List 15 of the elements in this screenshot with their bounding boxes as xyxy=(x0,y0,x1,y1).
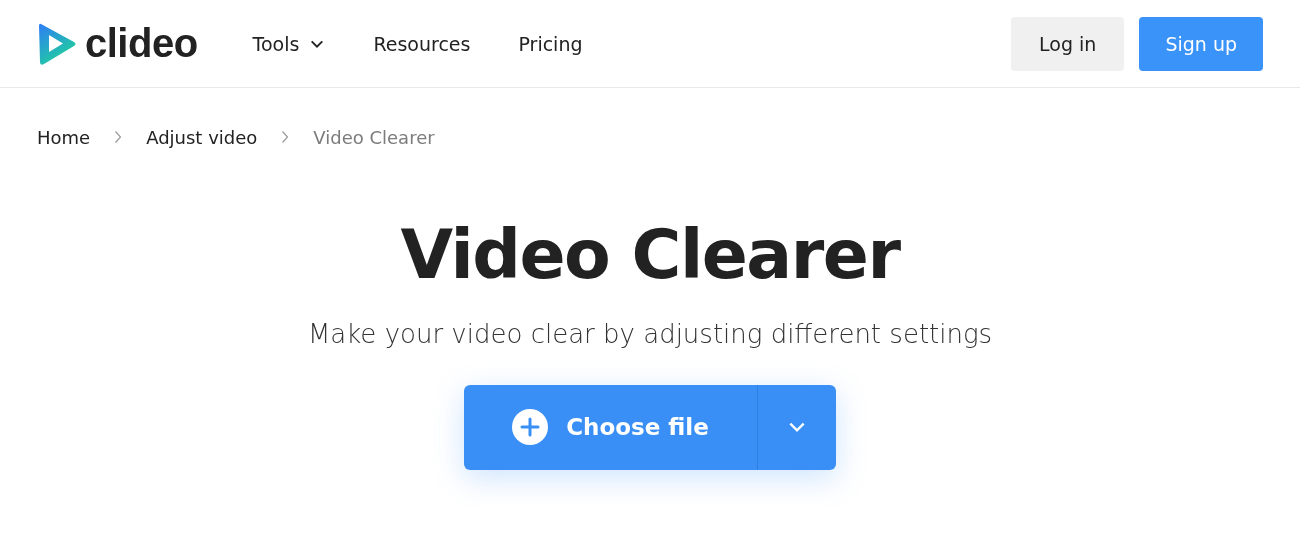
page-title: Video Clearer xyxy=(400,218,900,293)
page-subtitle: Make your video clear by adjusting different settings xyxy=(307,318,993,349)
breadcrumb-link[interactable]: Adjust video xyxy=(146,126,258,148)
log-in-button[interactable]: Log in xyxy=(1011,16,1125,71)
nav-link[interactable]: Tools xyxy=(252,32,326,55)
nav-link[interactable]: Pricing xyxy=(518,32,583,55)
breadcrumb-link[interactable]: Home xyxy=(37,126,91,148)
chevron-right-icon xyxy=(281,130,290,144)
chevron-right-icon xyxy=(114,130,123,144)
dropdown-button[interactable] xyxy=(758,384,836,470)
nav-link[interactable]: Resources xyxy=(373,32,471,55)
current-page-label: Video Clearer xyxy=(313,126,435,148)
logo-text[interactable]: clideo xyxy=(85,21,198,66)
logo-icon xyxy=(37,21,77,66)
plus-circle-icon xyxy=(512,409,549,446)
